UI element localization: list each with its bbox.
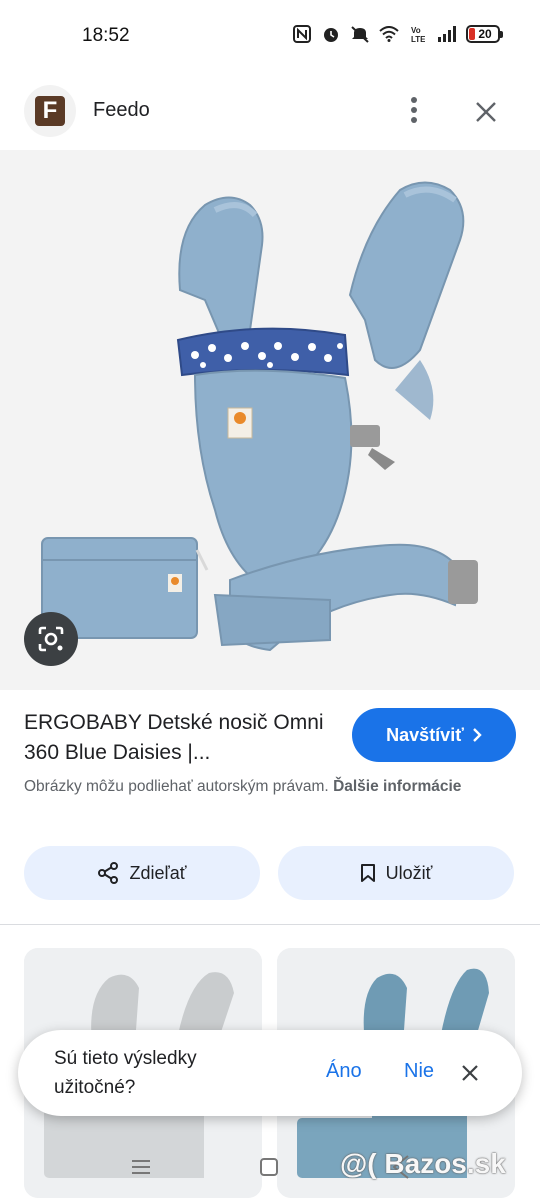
more-vert-icon xyxy=(411,97,417,123)
signal-icon xyxy=(437,24,457,44)
save-label: Uložiť xyxy=(385,862,433,883)
more-info-link[interactable]: Ďalšie informácie xyxy=(333,778,461,795)
visit-label: Navštíviť xyxy=(386,724,464,745)
status-icons: Vo LTE 20 xyxy=(292,24,503,44)
feedback-question: Sú tieto výsledky užitočné? xyxy=(54,1048,197,1098)
copyright-notice: Obrázky môžu podliehať autorským právam.… xyxy=(24,775,514,799)
wifi-icon xyxy=(379,24,399,44)
header: F Feedo xyxy=(0,80,540,142)
volte-icon: Vo LTE xyxy=(408,24,428,44)
lens-search-button[interactable] xyxy=(24,612,78,666)
feedback-no-button[interactable]: Nie xyxy=(404,1060,434,1083)
mute-icon xyxy=(350,24,370,44)
svg-text:LTE: LTE xyxy=(411,35,425,43)
site-name[interactable]: Feedo xyxy=(93,99,150,122)
result-title[interactable]: ERGOBABY Detské nosič Omni 360 Blue Dais… xyxy=(24,708,324,768)
bookmark-icon xyxy=(360,864,375,882)
home-icon[interactable] xyxy=(260,1158,278,1176)
feedback-yes-button[interactable]: Áno xyxy=(326,1060,362,1083)
nfc-icon xyxy=(292,24,312,44)
share-label: Zdieľať xyxy=(129,862,187,883)
close-icon xyxy=(476,102,496,122)
site-logo[interactable]: F xyxy=(24,85,76,137)
recent-apps-icon[interactable] xyxy=(130,1156,152,1178)
site-logo-letter: F xyxy=(35,96,65,126)
share-icon xyxy=(98,862,119,884)
chevron-right-icon xyxy=(472,728,482,742)
visit-button[interactable]: Navštíviť xyxy=(352,708,516,762)
more-options-button[interactable] xyxy=(396,92,432,128)
svg-text:Vo: Vo xyxy=(411,26,421,35)
close-button[interactable] xyxy=(466,92,506,132)
copyright-text: Obrázky môžu podliehať autorským právam. xyxy=(24,778,329,795)
feedback-card: Sú tieto výsledky užitočné? Áno Nie xyxy=(18,1030,522,1116)
close-icon xyxy=(462,1065,478,1081)
product-image[interactable] xyxy=(0,150,540,690)
lens-icon xyxy=(38,626,64,652)
save-button[interactable]: Uložiť xyxy=(278,846,514,900)
alarm-icon xyxy=(321,24,341,44)
share-button[interactable]: Zdieľať xyxy=(24,846,260,900)
feedback-close-button[interactable] xyxy=(456,1059,484,1087)
watermark: @( Bazos.sk xyxy=(340,1148,506,1179)
screen: 18:52 Vo LTE 20 F Feedo ERGOBABY Detské … xyxy=(0,0,540,1200)
battery-icon: 20 xyxy=(466,25,503,43)
status-bar: 18:52 Vo LTE 20 xyxy=(0,0,540,70)
baby-carrier-illustration xyxy=(41,181,478,652)
divider xyxy=(0,924,540,925)
status-time: 18:52 xyxy=(82,25,130,46)
battery-level: 20 xyxy=(478,27,492,41)
